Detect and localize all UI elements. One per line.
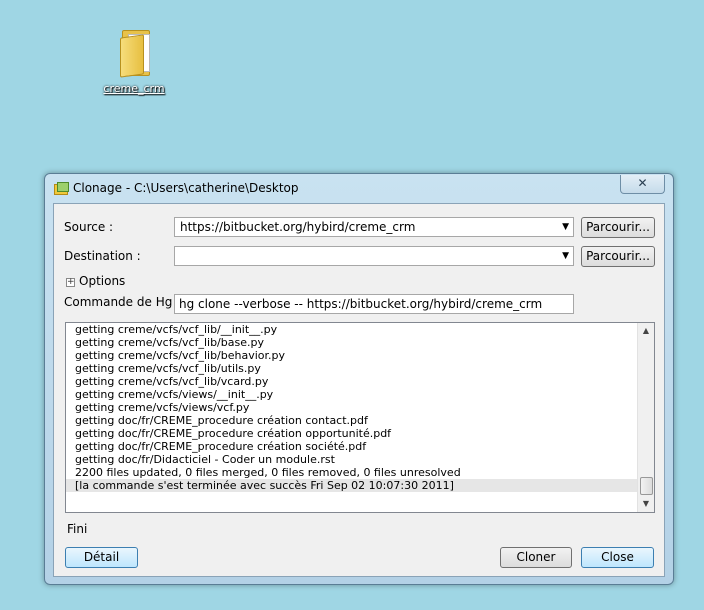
log-line: getting doc/fr/CREME_procedure création …: [75, 414, 368, 427]
command-value: hg clone --verbose -- https://bitbucket.…: [179, 297, 543, 311]
clone-button[interactable]: Cloner: [500, 547, 572, 568]
window-title: Clonage - C:\Users\catherine\Desktop: [73, 181, 299, 195]
log-line: getting doc/fr/CREME_procedure création …: [75, 427, 392, 440]
log-line: getting doc/fr/CREME_procedure création …: [75, 440, 367, 453]
destination-label: Destination :: [64, 249, 141, 263]
desktop-folder-creme-crm[interactable]: creme_crm: [98, 26, 170, 95]
detail-button[interactable]: Détail: [65, 547, 138, 568]
tortoisehg-icon: [54, 182, 69, 195]
dropdown-arrow-icon[interactable]: ▼: [562, 247, 569, 265]
log-line: 2200 files updated, 0 files merged, 0 fi…: [75, 466, 461, 479]
log-line: getting creme/vcfs/vcf_lib/__init__.py: [75, 323, 278, 336]
log-lines: getting creme/vcfs/vcf_lib/__init__.py ge…: [66, 323, 637, 512]
log-line: getting creme/vcfs/vcf_lib/behavior.py: [75, 349, 286, 362]
expand-options-icon[interactable]: +: [66, 278, 75, 287]
command-field[interactable]: hg clone --verbose -- https://bitbucket.…: [174, 294, 574, 314]
command-label: Commande de Hg :: [64, 295, 181, 309]
scroll-up-icon[interactable]: ▲: [638, 323, 654, 339]
status-text: Fini: [67, 522, 88, 536]
log-line: getting creme/vcfs/vcf_lib/base.py: [75, 336, 264, 349]
source-value: https://bitbucket.org/hybird/creme_crm: [180, 220, 416, 234]
log-line: getting creme/vcfs/views/vcf.py: [75, 401, 250, 414]
folder-icon: [114, 26, 154, 78]
scroll-thumb[interactable]: [640, 477, 653, 495]
destination-combobox[interactable]: ▼: [174, 246, 574, 266]
browse-source-button[interactable]: Parcourir...: [581, 217, 655, 238]
close-button[interactable]: Close: [581, 547, 654, 568]
log-line: getting creme/vcfs/vcf_lib/utils.py: [75, 362, 261, 375]
desktop-icon-label: creme_crm: [103, 82, 165, 95]
title-bar[interactable]: Clonage - C:\Users\catherine\Desktop ✕: [45, 174, 673, 202]
window-close-button[interactable]: ✕: [620, 175, 665, 194]
dropdown-arrow-icon[interactable]: ▼: [562, 218, 569, 236]
output-log[interactable]: getting creme/vcfs/vcf_lib/__init__.py ge…: [65, 322, 655, 513]
log-line: [la commande s'est terminée avec succès …: [66, 479, 637, 492]
options-label[interactable]: Options: [79, 274, 125, 288]
log-line: getting creme/vcfs/vcf_lib/vcard.py: [75, 375, 269, 388]
browse-destination-button[interactable]: Parcourir...: [581, 246, 655, 267]
scroll-down-icon[interactable]: ▼: [638, 496, 654, 512]
log-line: getting creme/vcfs/views/__init__.py: [75, 388, 274, 401]
source-label: Source :: [64, 220, 114, 234]
dialog-content: Source : https://bitbucket.org/hybird/cr…: [53, 203, 665, 577]
log-scrollbar[interactable]: ▲ ▼: [637, 323, 654, 512]
source-combobox[interactable]: https://bitbucket.org/hybird/creme_crm ▼: [174, 217, 574, 237]
clone-dialog: Clonage - C:\Users\catherine\Desktop ✕ S…: [44, 173, 674, 585]
log-line: getting doc/fr/Didacticiel - Coder un mo…: [75, 453, 335, 466]
